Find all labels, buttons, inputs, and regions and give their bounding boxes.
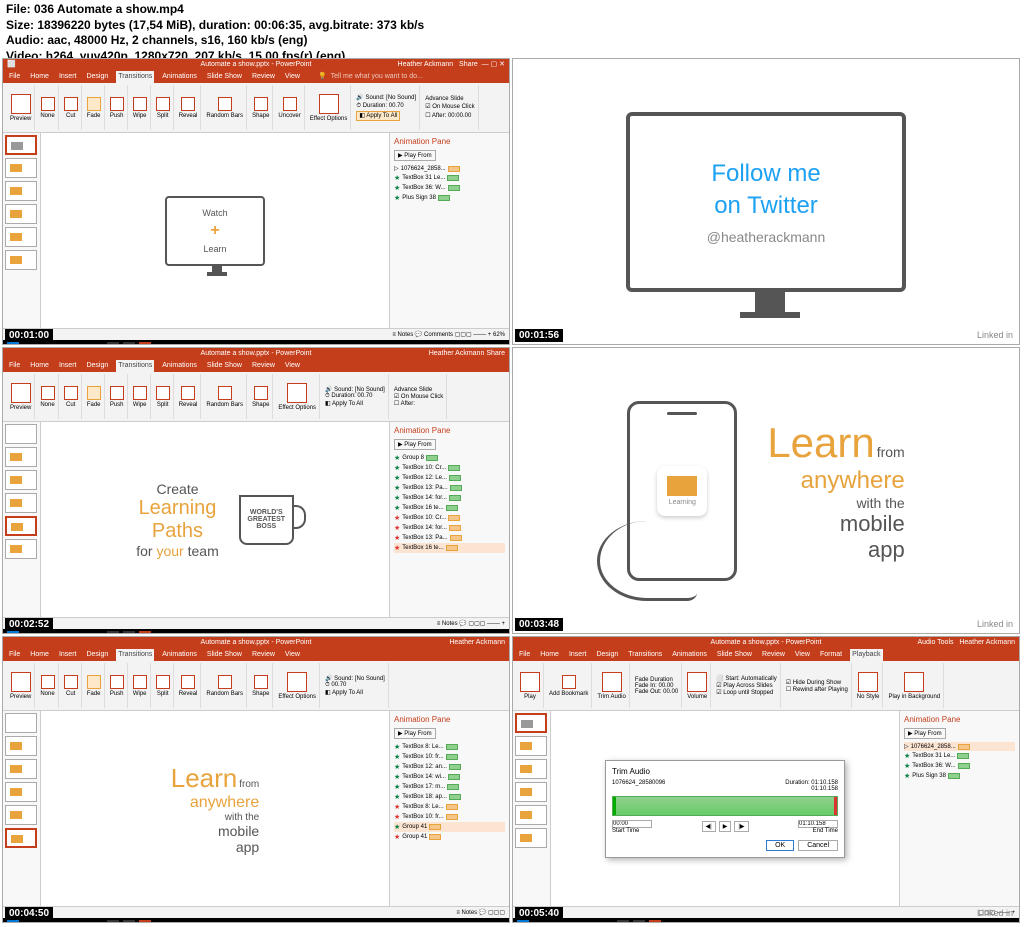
status-bar: Slide 1 of 6≡ Notes 💬 Comments ▢▢▢ ─── +…	[3, 328, 509, 340]
thumb-2: Follow me on Twitter @heatherackmann 00:…	[512, 58, 1020, 345]
ok-button[interactable]: OK	[766, 840, 794, 851]
learn-text: Learn from anywhere with the mobile app	[767, 419, 904, 563]
playback-controls[interactable]: ◀|▶|▶	[702, 821, 749, 832]
cancel-button[interactable]: Cancel	[798, 840, 838, 851]
linkedin-logo: Linked in	[977, 330, 1013, 340]
end-time-input[interactable]	[798, 820, 838, 828]
thumb-6: Automate a show.pptx - PowerPointAudio T…	[512, 636, 1020, 923]
taskbar[interactable]: web and Windows	[3, 340, 509, 345]
waveform[interactable]	[612, 796, 838, 816]
play-from-button[interactable]: ▶ Play From	[394, 150, 436, 161]
follow-text: Follow me on Twitter	[711, 158, 820, 220]
mug-graphic: WORLD'S GREATEST BOSS	[239, 495, 294, 545]
animation-pane[interactable]: Animation Pane ▶ Play From ▷1076624_2858…	[389, 133, 509, 328]
thumb-3: Automate a show.pptx - PowerPointHeather…	[2, 347, 510, 634]
ribbon-transitions[interactable]: Preview None Cut Fade Push Wipe Split Re…	[3, 83, 509, 133]
slide-canvas[interactable]: Watch + Learn	[41, 133, 389, 328]
timestamp: 00:01:00	[5, 329, 53, 342]
thumb-4: Learning Learn from anywhere with the mo…	[512, 347, 1020, 634]
file-info: File: 036 Automate a show.mp4 Size: 1839…	[6, 2, 424, 64]
app-icon: Learning	[657, 466, 707, 516]
file-line: File: 036 Automate a show.mp4	[6, 2, 424, 18]
size-line: Size: 18396220 bytes (17,54 MiB), durati…	[6, 18, 424, 34]
monitor-graphic: Follow me on Twitter @heatherackmann	[626, 112, 906, 292]
slide-panel[interactable]	[3, 133, 41, 328]
thumb-5: Automate a show.pptx - PowerPointHeather…	[2, 636, 510, 923]
twitter-handle: @heatherackmann	[707, 229, 826, 245]
timestamp: 00:01:56	[515, 329, 563, 342]
thumb-1: ⬜ Automate a show.pptx - PowerPoint Heat…	[2, 58, 510, 345]
window-titlebar: ⬜ Automate a show.pptx - PowerPoint Heat…	[3, 59, 509, 71]
thumbnail-grid: ⬜ Automate a show.pptx - PowerPoint Heat…	[2, 58, 1020, 923]
trim-audio-dialog[interactable]: Trim Audio 1076624_28580096Duration: 01:…	[605, 760, 845, 858]
start-time-input[interactable]	[612, 820, 652, 828]
ribbon-tabs[interactable]: FileHomeInsertDesignTransitionsAnimation…	[3, 71, 509, 83]
audio-line: Audio: aac, 48000 Hz, 2 channels, s16, 1…	[6, 33, 424, 49]
